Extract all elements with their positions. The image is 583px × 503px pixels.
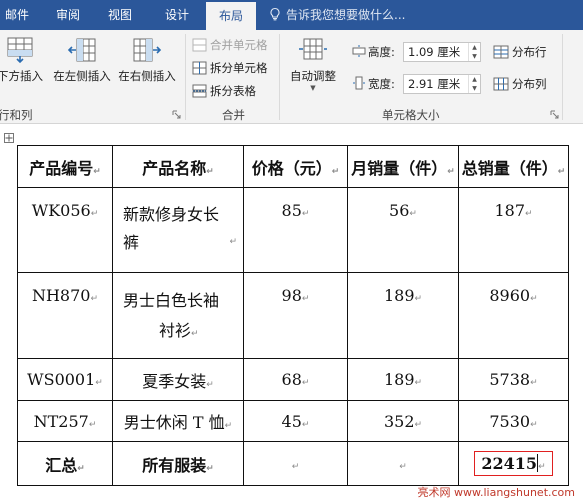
product-id-cell[interactable]: WK056↵	[17, 187, 113, 273]
summary-monthly-cell[interactable]: ↵	[347, 441, 459, 486]
header-cell[interactable]: 产品编号↵	[17, 145, 113, 188]
table-row: NT257↵ 男士休闲 T 恤↵ 45↵ 352↵ 7530↵	[17, 400, 569, 442]
lightbulb-icon	[270, 7, 280, 21]
summary-label-cell[interactable]: 汇总↵	[17, 441, 113, 486]
col-width-icon	[353, 76, 365, 90]
table-header-row: 产品编号↵ 产品名称↵ 价格（元）↵ 月销量（件）↵ 总销量（件）↵	[17, 145, 569, 188]
highlighted-total-box: 22415↵	[474, 451, 553, 476]
table-move-handle[interactable]	[4, 133, 14, 143]
group-divider	[279, 34, 280, 120]
summary-price-cell[interactable]: ↵	[243, 441, 348, 486]
monthly-sales-cell[interactable]: 189↵	[347, 272, 459, 359]
product-name-cell[interactable]: 夏季女装↵	[112, 358, 244, 401]
product-name-cell[interactable]: 男士白色长袖 衬衫↵	[112, 272, 244, 359]
move-arrows-icon	[5, 134, 13, 142]
product-sales-table[interactable]: 产品编号↵ 产品名称↵ 价格（元）↵ 月销量（件）↵ 总销量（件）↵ WK056…	[17, 145, 569, 486]
monthly-sales-cell[interactable]: 352↵	[347, 400, 459, 442]
insert-below-button[interactable]: 下方插入	[0, 36, 46, 84]
price-cell[interactable]: 98↵	[243, 272, 348, 359]
ribbon-body: 下方插入 在左侧插入 在右侧插入 行和列 合并单元格 拆分单元格 拆分表格 合并…	[0, 30, 583, 124]
autofit-button[interactable]: 自动调整 ▼	[284, 36, 342, 92]
split-table-icon	[192, 84, 207, 98]
header-cell[interactable]: 产品名称↵	[112, 145, 244, 188]
distribute-cols-label: 分布列	[512, 77, 547, 91]
width-label: 宽度:	[368, 77, 395, 91]
split-cells-label: 拆分单元格	[210, 61, 268, 75]
distribute-rows-button[interactable]: 分布行	[493, 42, 547, 62]
width-spin-arrows-icon[interactable]: ▲ ▼	[468, 75, 480, 93]
rows-cols-launcher-icon[interactable]	[172, 110, 181, 119]
row-height-icon	[352, 45, 366, 57]
distribute-rows-label: 分布行	[512, 45, 547, 59]
split-cells-button[interactable]: 拆分单元格	[192, 58, 268, 78]
width-value: 2.91 厘米	[408, 77, 461, 91]
summary-row: 汇总↵ 所有服装↵ ↵ ↵ 22415↵	[17, 441, 569, 486]
insert-left-button[interactable]: 在左侧插入	[51, 36, 113, 84]
split-cells-icon	[192, 61, 207, 75]
total-sales-cell[interactable]: 187↵	[458, 187, 569, 273]
total-sales-cell[interactable]: 7530↵	[458, 400, 569, 442]
product-id-cell[interactable]: WS0001↵	[17, 358, 113, 401]
height-value: 1.09 厘米	[408, 45, 461, 59]
table-row: NH870↵ 男士白色长袖 衬衫↵ 98↵ 189↵ 8960↵	[17, 272, 569, 359]
autofit-label: 自动调整	[290, 69, 336, 83]
autofit-icon	[299, 38, 327, 60]
group-divider	[562, 34, 563, 120]
insert-right-label: 在右侧插入	[118, 69, 176, 83]
tab-review[interactable]: 审阅	[50, 0, 86, 30]
price-cell[interactable]: 68↵	[243, 358, 348, 401]
tell-me-box[interactable]: 告诉我您想要做什么...	[268, 0, 405, 30]
tab-view[interactable]: 视图	[102, 0, 138, 30]
product-name-cell[interactable]: 新款修身女长裤 ↵	[112, 187, 244, 273]
height-spinner[interactable]: 1.09 厘米 ▲ ▼	[403, 42, 481, 62]
cell-size-launcher-icon[interactable]	[550, 110, 559, 119]
price-cell[interactable]: 85↵	[243, 187, 348, 273]
distribute-rows-icon	[493, 45, 509, 59]
ribbon-tab-bar: 邮件 审阅 视图 设计 布局 告诉我您想要做什么...	[0, 0, 583, 30]
split-table-label: 拆分表格	[210, 84, 256, 98]
tab-design[interactable]: 设计	[156, 0, 198, 30]
rows-cols-group-label: 行和列	[0, 108, 33, 122]
site-watermark: 亮术网 www.liangshunet.com	[417, 486, 576, 499]
split-table-button[interactable]: 拆分表格	[192, 81, 256, 101]
table-row: WK056↵ 新款修身女长裤 ↵ 85↵ 56↵ 187↵	[17, 187, 569, 273]
width-spinner[interactable]: 2.91 厘米 ▲ ▼	[403, 74, 481, 94]
monthly-sales-cell[interactable]: 56↵	[347, 187, 459, 273]
insert-below-icon	[7, 37, 33, 64]
monthly-sales-cell[interactable]: 189↵	[347, 358, 459, 401]
autofit-dropdown-icon: ▼	[310, 84, 316, 92]
table-row: WS0001↵ 夏季女装↵ 68↵ 189↵ 5738↵	[17, 358, 569, 401]
insert-below-label: 下方插入	[0, 69, 43, 83]
distribute-cols-icon	[493, 77, 509, 91]
distribute-cols-button[interactable]: 分布列	[493, 74, 547, 94]
product-name-cell[interactable]: 男士休闲 T 恤↵	[112, 400, 244, 442]
merge-cells-label: 合并单元格	[210, 38, 268, 52]
total-sales-cell[interactable]: 5738↵	[458, 358, 569, 401]
summary-name-cell[interactable]: 所有服装↵	[112, 441, 244, 486]
insert-left-icon	[67, 38, 96, 62]
insert-right-icon	[133, 38, 162, 62]
tell-me-text: 告诉我您想要做什么...	[286, 8, 406, 22]
merge-cells-icon	[192, 38, 207, 52]
product-id-cell[interactable]: NT257↵	[17, 400, 113, 442]
summary-total-cell[interactable]: 22415↵	[458, 441, 569, 486]
insert-left-label: 在左侧插入	[53, 69, 111, 83]
price-cell[interactable]: 45↵	[243, 400, 348, 442]
tab-layout[interactable]: 布局	[206, 2, 256, 30]
summary-total-value: 22415	[481, 454, 538, 473]
product-id-cell[interactable]: NH870↵	[17, 272, 113, 359]
insert-right-button[interactable]: 在右侧插入	[116, 36, 178, 84]
header-cell[interactable]: 总销量（件）↵	[458, 145, 569, 188]
merge-group-label: 合并	[222, 108, 245, 122]
header-cell[interactable]: 价格（元）↵	[243, 145, 348, 188]
merge-cells-button[interactable]: 合并单元格	[192, 35, 268, 55]
height-spin-arrows-icon[interactable]: ▲ ▼	[468, 43, 480, 61]
total-sales-cell[interactable]: 8960↵	[458, 272, 569, 359]
tab-mailings[interactable]: 邮件	[0, 0, 34, 30]
cell-size-group-label: 单元格大小	[382, 108, 440, 122]
header-cell[interactable]: 月销量（件）↵	[347, 145, 459, 188]
height-label: 高度:	[368, 45, 395, 59]
group-divider	[185, 34, 186, 120]
